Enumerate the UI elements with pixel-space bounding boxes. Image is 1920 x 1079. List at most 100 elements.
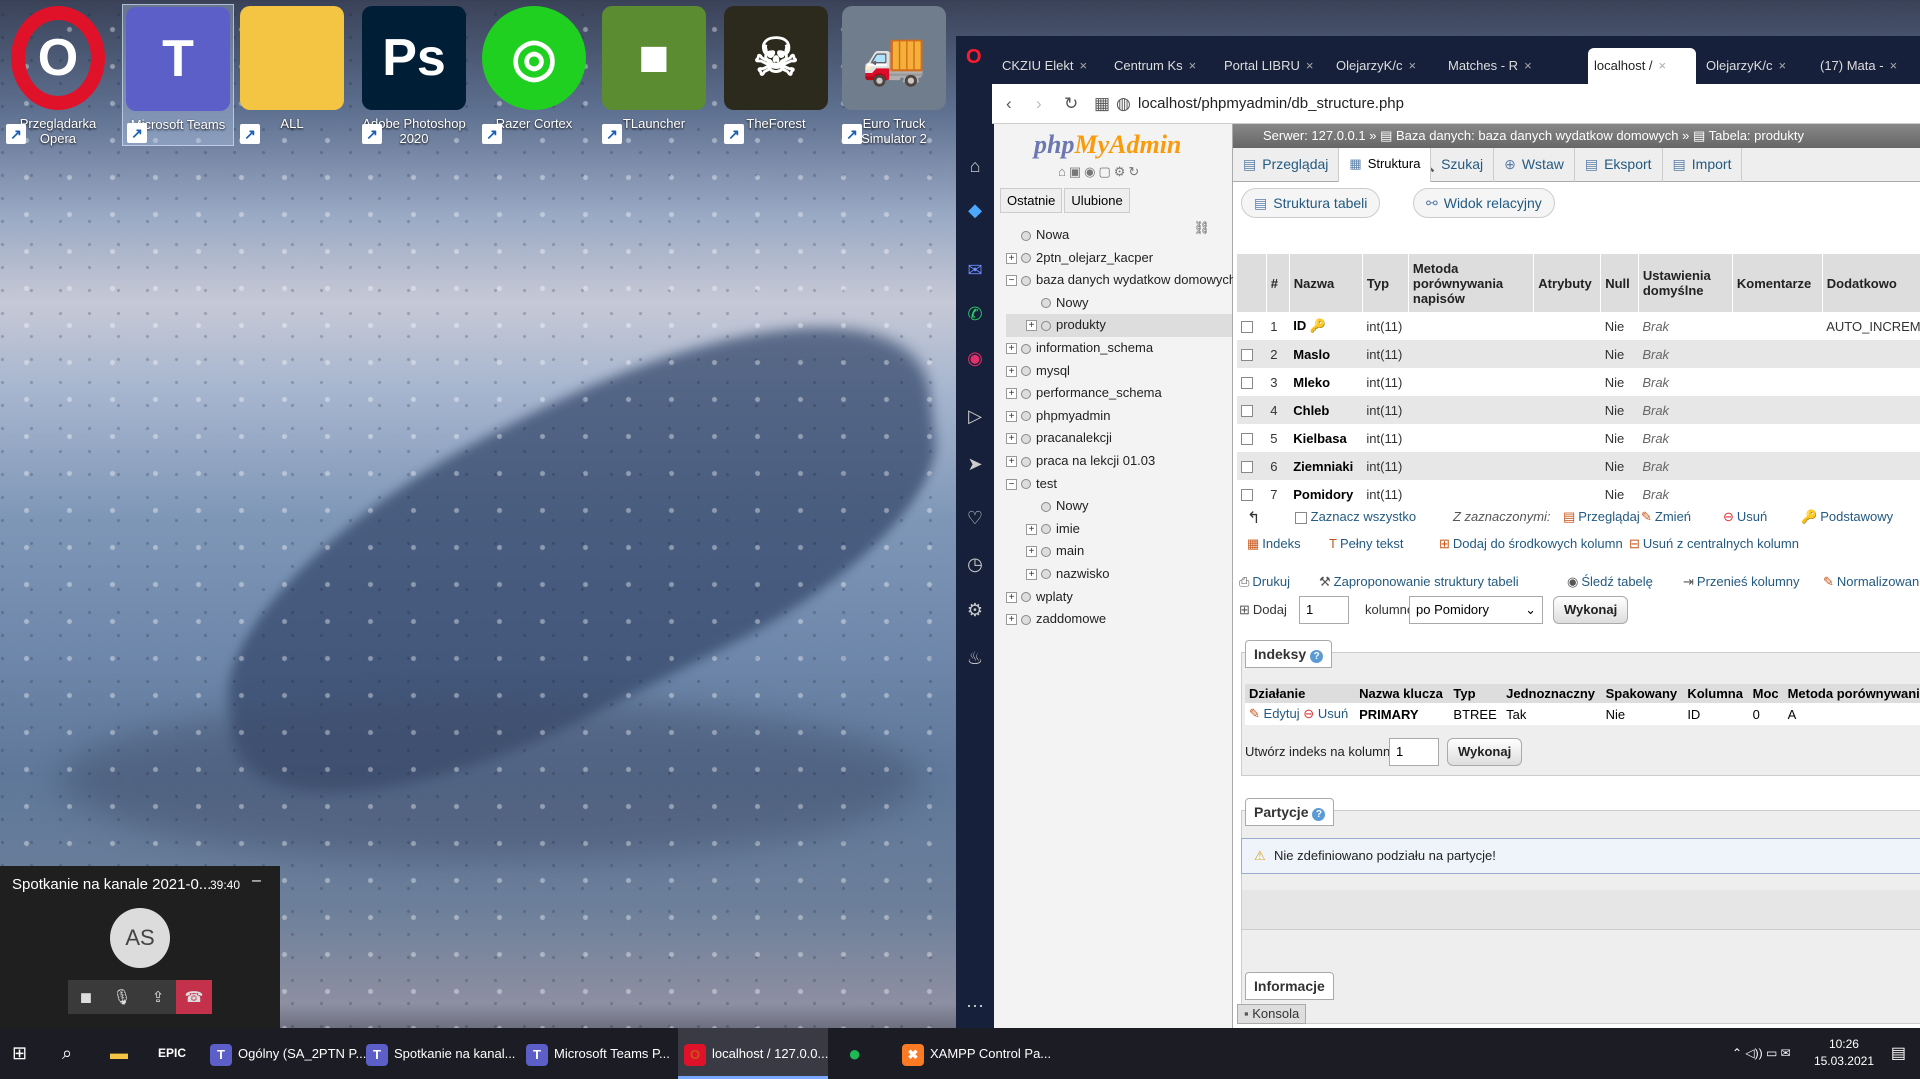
console-button[interactable]: ▪ Konsola <box>1237 1004 1307 1024</box>
tree-item[interactable]: + zaddomowe <box>1006 608 1232 631</box>
expand-toggle-icon[interactable]: + <box>1006 252 1017 264</box>
tab-1[interactable]: ▦ Struktura <box>1339 148 1432 182</box>
history-icon[interactable]: ◷ <box>963 552 987 576</box>
column-header[interactable]: Dodatkowo <box>1822 254 1920 312</box>
expand-toggle-icon[interactable]: + <box>1026 320 1037 332</box>
primary-selected-link[interactable]: 🔑 Podstawowy <box>1801 509 1893 525</box>
expand-toggle-icon[interactable]: − <box>1006 275 1017 287</box>
tree-item[interactable]: Nowy <box>1006 495 1232 518</box>
tree-item[interactable]: + information_schema <box>1006 337 1232 360</box>
player-icon[interactable]: ▷ <box>963 404 987 428</box>
settings-icon[interactable]: ⚙ <box>963 598 987 622</box>
messenger-icon[interactable]: ✉ <box>963 258 987 282</box>
tabs-grid-icon[interactable]: ▦ <box>1094 94 1110 114</box>
column-header[interactable]: Atrybuty <box>1533 254 1602 312</box>
tab-recent[interactable]: Ostatnie <box>1000 188 1063 213</box>
tree-item[interactable]: + mysql <box>1006 360 1232 383</box>
heart-icon[interactable]: ♡ <box>963 506 987 530</box>
browser-tab[interactable]: Matches - R × <box>1442 48 1582 84</box>
tree-item[interactable]: + main <box>1006 540 1232 563</box>
epic-games-icon[interactable]: EPIC <box>158 1028 186 1079</box>
table-structure-button[interactable]: ▤ Struktura tabeli <box>1241 188 1381 218</box>
instagram-icon[interactable]: ◉ <box>963 346 987 370</box>
expand-toggle-icon[interactable]: + <box>1006 614 1017 626</box>
index-selected-link[interactable]: ▦ Indeks <box>1247 536 1301 552</box>
more-icon[interactable]: ⋯ <box>963 994 987 1018</box>
tray-icons[interactable]: ⌃ ◁)) ▭ ✉ <box>1732 1028 1791 1079</box>
opera-menu-icon[interactable]: O <box>966 46 982 69</box>
breadcrumb[interactable]: Serwer: 127.0.0.1 » ▤ Baza danych: baza … <box>1233 124 1920 148</box>
reload-icon[interactable]: ↻ <box>1064 94 1078 114</box>
desktop-icon-1[interactable]: O ↗ Przeglądarka Opera <box>2 4 114 146</box>
search-icon[interactable]: ⌕ <box>62 1028 72 1079</box>
row-checkbox[interactable] <box>1241 461 1253 474</box>
tab-favorites[interactable]: Ulubione <box>1064 188 1130 213</box>
hangup-icon[interactable]: ☎ <box>176 980 212 1014</box>
expand-toggle-icon[interactable]: + <box>1006 388 1017 400</box>
tree-item[interactable]: +2ptn_olejarz_kacper <box>1006 247 1232 270</box>
column-header[interactable]: Komentarze <box>1732 254 1823 312</box>
tree-item[interactable]: − test <box>1006 473 1232 496</box>
forward-icon[interactable]: › <box>1036 94 1042 114</box>
spotify-icon[interactable]: ● <box>848 1028 861 1079</box>
back-icon[interactable]: ‹ <box>1006 94 1012 114</box>
expand-toggle-icon[interactable]: + <box>1006 365 1017 377</box>
close-tab-icon[interactable]: × <box>1524 58 1532 73</box>
tab-0[interactable]: ▤ Przeglądaj <box>1233 148 1340 182</box>
clock[interactable]: 10:26 15.03.2021 <box>1814 1036 1874 1070</box>
desktop-icon-3[interactable]: ↗ ALL <box>236 4 348 146</box>
relational-view-button[interactable]: ⚯ Widok relacyjny <box>1413 188 1555 218</box>
desktop-icon-4[interactable]: Ps ↗ Adobe Photoshop 2020 <box>358 4 470 146</box>
move-columns-link[interactable]: ⇥ Przenieś kolumny <box>1683 574 1800 590</box>
column-header[interactable]: # <box>1266 254 1290 312</box>
close-tab-icon[interactable]: × <box>1306 58 1314 73</box>
browser-tab[interactable]: OlejarzyK/c × <box>1700 48 1808 84</box>
column-header[interactable]: Null <box>1600 254 1639 312</box>
desktop-icon-7[interactable]: ☠ ↗ TheForest <box>720 4 832 146</box>
whatsapp-icon[interactable]: ✆ <box>963 302 987 326</box>
drop-selected-link[interactable]: ⊖ Usuń <box>1723 509 1767 525</box>
browser-tab[interactable]: Portal LIBRU × <box>1218 48 1326 84</box>
tree-item[interactable]: Nowa <box>1006 224 1232 247</box>
close-tab-icon[interactable]: × <box>1778 58 1786 73</box>
taskbar-item[interactable]: T Spotkanie na kanal... <box>360 1028 515 1079</box>
expand-toggle-icon[interactable]: + <box>1026 568 1037 580</box>
add-columns-count[interactable]: 1 <box>1299 596 1349 624</box>
tree-item[interactable]: + nazwisko <box>1006 563 1232 586</box>
help-icon[interactable]: ? <box>1310 650 1324 663</box>
browser-tab[interactable]: Centrum Ks × <box>1108 48 1216 84</box>
expand-toggle-icon[interactable]: + <box>1026 546 1037 558</box>
minimize-button[interactable]: – <box>252 872 261 890</box>
print-link[interactable]: ⎙ Drukuj <box>1239 574 1290 590</box>
add-position-select[interactable]: po Pomidory ⌄ <box>1409 596 1543 624</box>
tree-item[interactable]: + produkty <box>1006 314 1232 337</box>
tree-item[interactable]: + phpmyadmin <box>1006 405 1232 428</box>
start-icon[interactable]: ⊞ <box>12 1028 27 1079</box>
taskbar-item[interactable]: ✖ XAMPP Control Pa... <box>896 1028 1051 1079</box>
change-selected-link[interactable]: ✎ Zmień <box>1641 509 1691 525</box>
column-header[interactable]: Nazwa <box>1289 254 1363 312</box>
create-index-count[interactable]: 1 <box>1389 738 1439 766</box>
tree-item[interactable]: Nowy <box>1006 292 1232 315</box>
tree-item[interactable]: − baza danych wydatkow domowych <box>1006 269 1236 292</box>
tab-4[interactable]: ⊕ Wstaw <box>1494 148 1575 182</box>
browse-selected-link[interactable]: ▤ Przeglądaj <box>1563 509 1640 525</box>
row-checkbox[interactable] <box>1241 377 1253 390</box>
taskbar-item[interactable]: Olocalhost / 127.0.0... <box>678 1028 828 1079</box>
close-tab-icon[interactable]: × <box>1189 58 1197 73</box>
expand-toggle-icon[interactable]: + <box>1006 343 1017 355</box>
tree-item[interactable]: + pracanalekcji <box>1006 427 1232 450</box>
bulb-icon[interactable]: ♨ <box>963 646 987 670</box>
tab-5[interactable]: ▤ Eksport <box>1575 148 1663 182</box>
row-checkbox[interactable] <box>1241 321 1253 334</box>
close-tab-icon[interactable]: × <box>1408 58 1416 73</box>
tab-6[interactable]: ▤ Import <box>1663 148 1743 182</box>
column-header[interactable]: Ustawienia domyślne <box>1638 254 1733 312</box>
notifications-icon[interactable]: ▤ <box>1891 1028 1906 1079</box>
home-icon[interactable]: ⌂ <box>963 154 987 178</box>
row-checkbox[interactable] <box>1241 489 1253 502</box>
tree-item[interactable]: + wplaty <box>1006 586 1232 609</box>
drop-index-link[interactable]: ⊖ Usuń <box>1303 706 1348 721</box>
propose-structure-link[interactable]: ⚒ Zaproponowanie struktury tabeli <box>1319 574 1519 590</box>
fulltext-selected-link[interactable]: T Pełny tekst <box>1329 536 1404 551</box>
